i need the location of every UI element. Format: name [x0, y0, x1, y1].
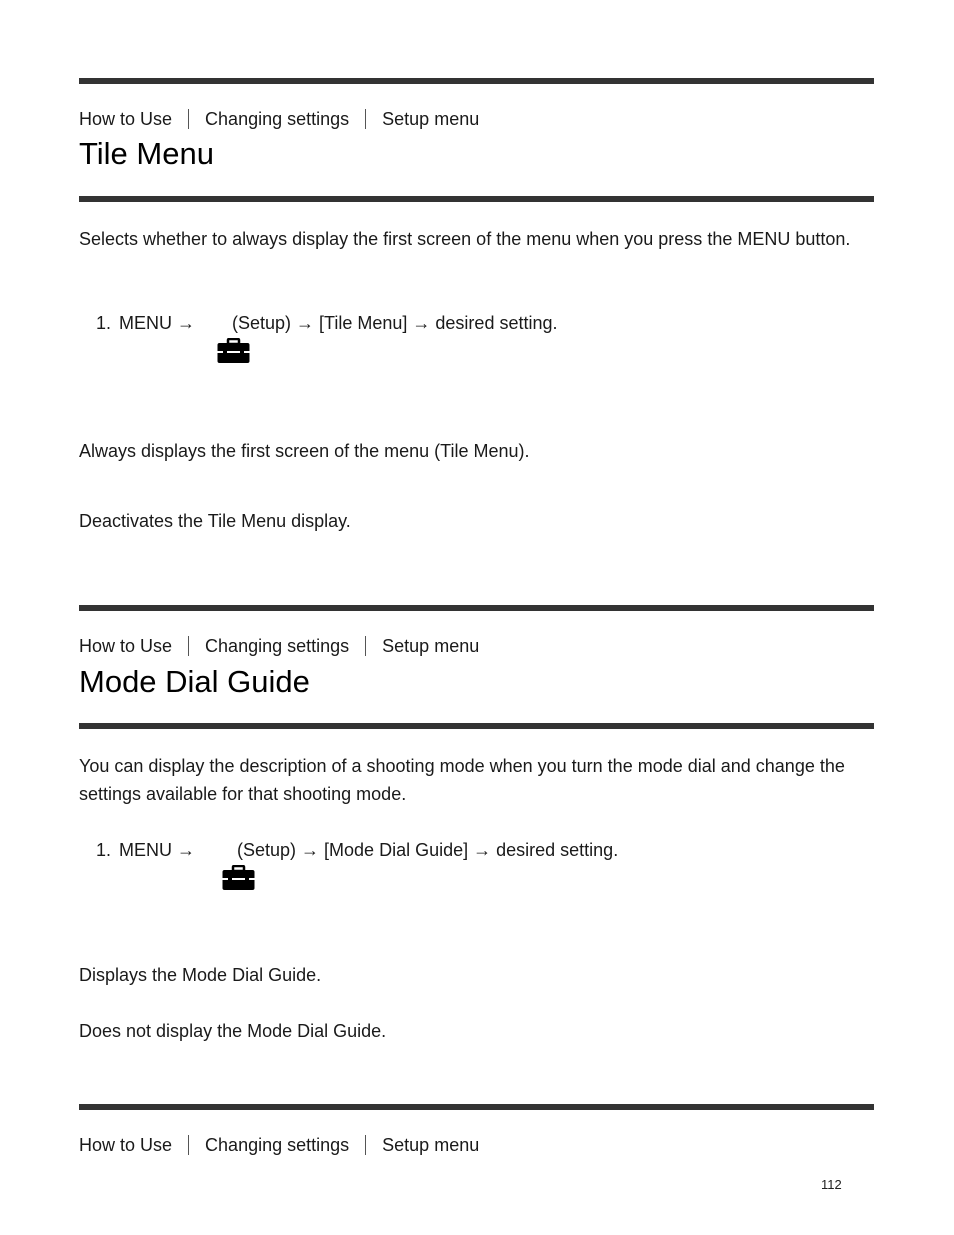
breadcrumb-setup-menu[interactable]: Setup menu	[382, 1134, 479, 1156]
breadcrumb-separator	[365, 636, 367, 656]
breadcrumb-separator	[188, 109, 190, 129]
menu-step: 1. MENU → (Setup) → [Tile Menu] → desire…	[96, 309, 558, 363]
page-title: Tile Menu	[79, 136, 214, 171]
option-description: Always displays the first screen of the …	[79, 441, 530, 461]
step-number: 1.	[96, 840, 112, 860]
step-prefix: MENU →	[119, 313, 196, 333]
description: Selects whether to always display the fi…	[79, 229, 851, 249]
toolbox-icon	[202, 837, 255, 890]
section-divider	[79, 723, 874, 729]
section-divider	[79, 605, 874, 611]
breadcrumb: How to Use Changing settings Setup menu	[79, 635, 479, 657]
breadcrumb-setup-menu[interactable]: Setup menu	[382, 108, 479, 130]
toolbox-icon	[197, 310, 250, 363]
section-divider	[79, 1104, 874, 1110]
breadcrumb-setup-menu[interactable]: Setup menu	[382, 635, 479, 657]
breadcrumb-how-to-use[interactable]: How to Use	[79, 1134, 172, 1156]
step-suffix: (Setup) → [Mode Dial Guide] → desired se…	[237, 840, 619, 860]
breadcrumb-separator	[365, 109, 367, 129]
breadcrumb-changing-settings[interactable]: Changing settings	[205, 1134, 349, 1156]
breadcrumb-how-to-use[interactable]: How to Use	[79, 635, 172, 657]
breadcrumb: How to Use Changing settings Setup menu	[79, 108, 479, 130]
section-divider	[79, 196, 874, 202]
step-number: 1.	[96, 313, 112, 333]
menu-step: 1. MENU → (Setup) → [Mode Dial Guide] → …	[96, 836, 619, 890]
step-prefix: MENU →	[119, 840, 201, 860]
section-divider	[79, 78, 874, 84]
breadcrumb-separator	[188, 1135, 190, 1155]
breadcrumb: How to Use Changing settings Setup menu	[79, 1134, 479, 1156]
option-description: Displays the Mode Dial Guide.	[79, 965, 322, 985]
step-suffix: (Setup) → [Tile Menu] → desired setting.	[232, 313, 558, 333]
description: You can display the description of a sho…	[79, 756, 845, 804]
breadcrumb-separator	[188, 636, 190, 656]
breadcrumb-changing-settings[interactable]: Changing settings	[205, 108, 349, 130]
breadcrumb-how-to-use[interactable]: How to Use	[79, 108, 172, 130]
page-title: Mode Dial Guide	[79, 664, 310, 699]
page-number: 112	[821, 1177, 842, 1192]
option-description: Does not display the Mode Dial Guide.	[79, 1021, 387, 1041]
breadcrumb-separator	[365, 1135, 367, 1155]
breadcrumb-changing-settings[interactable]: Changing settings	[205, 635, 349, 657]
option-description: Deactivates the Tile Menu display.	[79, 511, 351, 531]
